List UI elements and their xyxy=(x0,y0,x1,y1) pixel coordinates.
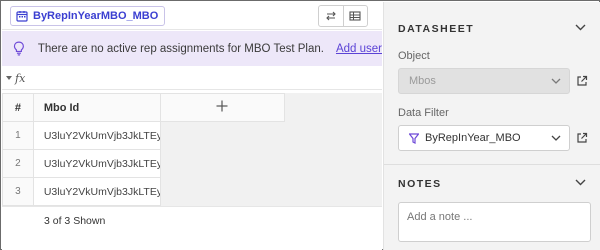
empty-cell xyxy=(159,177,286,206)
caret-down-icon[interactable] xyxy=(6,76,12,81)
grid-empty-area xyxy=(285,93,382,206)
mbo-id-cell[interactable]: U3luY2VkUmVjb3JkLTEy xyxy=(32,149,161,178)
grid-header-row: # Mbo Id xyxy=(2,93,286,122)
column-header-mbo-id[interactable]: Mbo Id xyxy=(32,93,161,122)
row-number: 1 xyxy=(2,121,34,150)
fx-icon: fx xyxy=(15,72,26,85)
row-number-header: # xyxy=(2,93,34,122)
sheet-tab-label: ByRepInYearMBO_MBO xyxy=(33,10,159,22)
empty-cell xyxy=(159,149,286,178)
section-divider xyxy=(384,164,600,165)
data-grid: # Mbo Id 1 U3luY2VkUmVjb3JkLTEy 2 U3luY2… xyxy=(2,93,286,206)
row-count: 3 of 3 Shown xyxy=(44,215,106,227)
note-input[interactable]: Add a note ... xyxy=(398,202,591,242)
chevron-down-icon xyxy=(551,78,561,84)
details-panel: DATASHEET Object Mbos Data Filter ByRepI… xyxy=(383,2,600,250)
view-toggle-group xyxy=(318,5,368,27)
object-value: Mbos xyxy=(409,75,436,87)
open-external-icon[interactable] xyxy=(576,132,588,144)
mbo-id-cell[interactable]: U3luY2VkUmVjb3JkLTEy xyxy=(32,177,161,206)
mbo-id-cell[interactable]: U3luY2VkUmVjb3JkLTEy xyxy=(32,121,161,150)
add-user-link[interactable]: Add user xyxy=(336,43,382,55)
banner-message: There are no active rep assignments for … xyxy=(37,42,324,55)
empty-cell xyxy=(159,121,286,150)
table-view-button[interactable] xyxy=(342,6,368,26)
data-filter-label: Data Filter xyxy=(398,107,449,119)
chevron-down-icon[interactable] xyxy=(575,24,586,31)
plus-icon xyxy=(216,100,228,112)
sheet-tab[interactable]: ByRepInYearMBO_MBO xyxy=(10,6,166,26)
data-filter-value: ByRepInYear_MBO xyxy=(425,132,521,144)
row-number: 2 xyxy=(2,149,34,178)
table-row[interactable]: 3 U3luY2VkUmVjb3JkLTEy xyxy=(2,177,286,206)
sheet-pane: ByRepInYearMBO_MBO There are no active r… xyxy=(2,2,382,250)
chevron-down-icon[interactable] xyxy=(575,179,586,186)
info-banner: There are no active rep assignments for … xyxy=(2,31,382,66)
sheet-toolbar: ByRepInYearMBO_MBO xyxy=(2,2,382,30)
table-icon xyxy=(349,11,361,21)
swap-view-button[interactable] xyxy=(319,6,343,26)
open-external-icon[interactable] xyxy=(576,75,588,87)
datasheet-section-title: DATASHEET xyxy=(398,23,475,35)
chevron-down-icon xyxy=(551,135,561,141)
object-select: Mbos xyxy=(398,68,570,94)
object-label: Object xyxy=(398,50,430,62)
data-filter-select[interactable]: ByRepInYear_MBO xyxy=(398,125,570,151)
table-row[interactable]: 1 U3luY2VkUmVjb3JkLTEy xyxy=(2,121,286,150)
filter-icon xyxy=(409,132,419,144)
notes-section-title: NOTES xyxy=(398,178,442,190)
formula-bar[interactable]: fx xyxy=(2,68,382,90)
calendar-icon xyxy=(16,11,28,22)
app-frame: ByRepInYearMBO_MBO There are no active r… xyxy=(0,0,600,250)
lightbulb-icon xyxy=(13,41,24,56)
row-number: 3 xyxy=(2,177,34,206)
swap-icon xyxy=(325,11,336,21)
grid-footer: 3 of 3 Shown xyxy=(2,206,382,250)
add-column-button[interactable] xyxy=(159,93,286,122)
table-row[interactable]: 2 U3luY2VkUmVjb3JkLTEy xyxy=(2,149,286,178)
